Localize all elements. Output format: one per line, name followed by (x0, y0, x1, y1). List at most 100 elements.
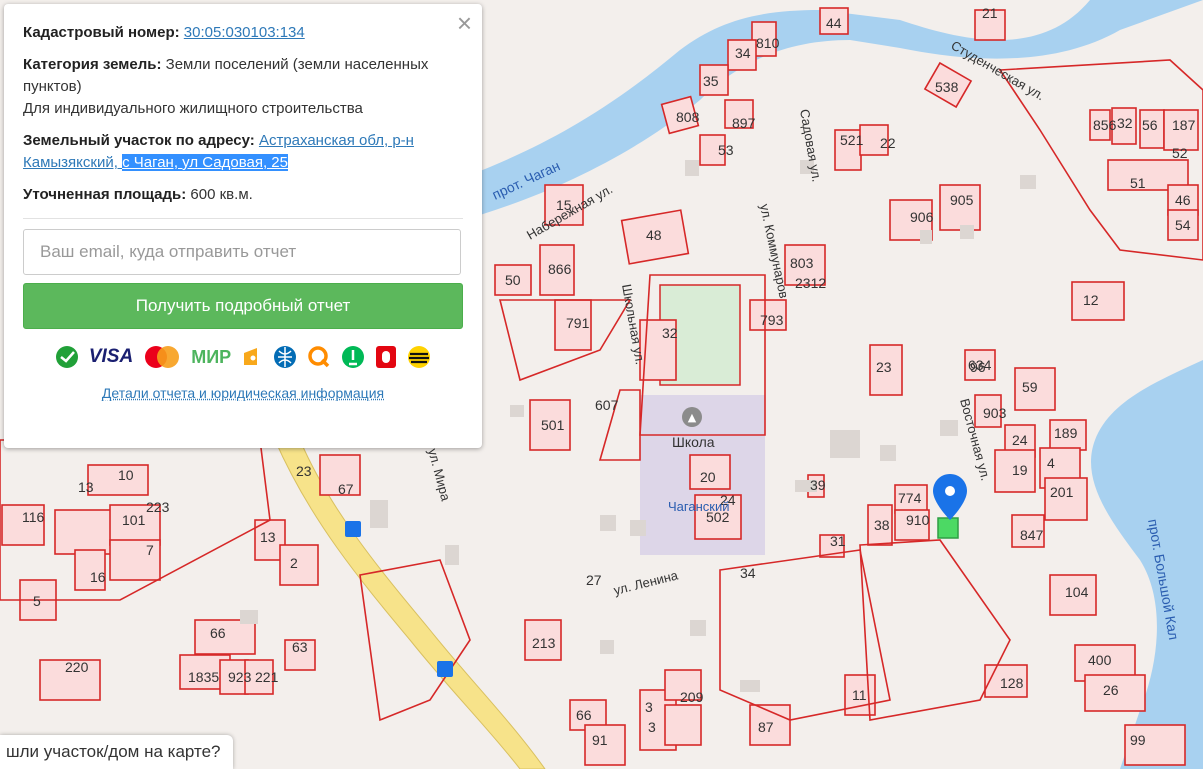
parcel-number-label: 116 (22, 509, 45, 525)
parcel-number-label: 32 (662, 325, 678, 341)
building-footprint (685, 160, 699, 176)
parcel-number-label: 201 (1050, 484, 1074, 500)
school-label: Школа (672, 434, 715, 450)
sberbank-icon (55, 345, 79, 369)
parcel-number-label: 53 (718, 142, 734, 158)
parcel-number-label: 810 (756, 35, 780, 51)
parcel-number-label: 13 (260, 529, 276, 545)
area-value: 600 кв.м. (190, 186, 253, 203)
building-footprint (630, 520, 646, 536)
payment-methods: VISA МИР (23, 343, 463, 371)
parcel-number-label: 903 (983, 405, 1007, 421)
parcel-number-label: 34 (735, 45, 751, 61)
parcel-number-label: 27 (586, 572, 602, 588)
parcel-number-label: 905 (950, 192, 974, 208)
parcel-number-label: 31 (830, 533, 846, 549)
building-footprint (510, 405, 524, 417)
parcel-number-label: 607 (595, 397, 619, 413)
building-footprint (240, 610, 258, 624)
parcel-number-label: 906 (910, 209, 934, 225)
parcel-number-label: 791 (566, 315, 590, 331)
parcel-number-label: 897 (732, 115, 756, 131)
building-footprint (940, 420, 958, 436)
parcel-number-label: 46 (1175, 192, 1191, 208)
address-row: Земельный участок по адресу: Астраханска… (23, 130, 463, 174)
parcel-number-label: 26 (1103, 682, 1119, 698)
parcel-info-popup: × Кадастровый номер: 30:05:030103:134 Ка… (4, 4, 482, 448)
parcel-number-label: 52 (1172, 145, 1188, 161)
building-footprint (690, 620, 706, 636)
parcel-number-label: 866 (548, 261, 572, 277)
email-input[interactable] (23, 229, 461, 275)
mastercard-icon (143, 345, 181, 369)
parcel-number-label: 187 (1172, 117, 1196, 133)
parcel-number-label: 66 (576, 707, 592, 723)
address-link-selected: с Чаган, ул Садовая, 25 (122, 154, 288, 171)
parcel-number-label: 67 (338, 481, 354, 497)
megafon-icon (341, 345, 365, 369)
close-icon[interactable]: × (457, 10, 472, 36)
school-name: Чаганский (668, 499, 729, 514)
parcel-number-label: 21 (982, 5, 998, 21)
parcel-number-label: 12 (1083, 292, 1099, 308)
cadastral-parcel[interactable] (279, 544, 319, 586)
yandex-money-icon (241, 345, 263, 369)
building-footprint (600, 640, 614, 654)
parcel-number-label: 3 (645, 699, 653, 715)
parcel-number-label: 66 (210, 625, 226, 641)
building-footprint (880, 445, 896, 461)
report-details-link[interactable]: Детали отчета и юридическая информация (102, 385, 384, 401)
parcel-number-label: 38 (874, 517, 890, 533)
parcel-number-label: 223 (146, 499, 170, 515)
parcel-number-label: 5 (33, 593, 41, 609)
parcel-number-label: 221 (255, 669, 279, 685)
report-details: Детали отчета и юридическая информация (23, 385, 463, 401)
target-parcel[interactable] (937, 517, 959, 539)
land-category-row: Категория земель: Земли поселений (земли… (23, 54, 463, 120)
parcel-number-label: 44 (826, 15, 842, 31)
parcel-number-label: 87 (758, 719, 774, 735)
parcel-number-label: 99 (1130, 732, 1146, 748)
parcel-number-label: 910 (906, 512, 930, 528)
parcel-number-label: 7 (146, 542, 154, 558)
svg-text:▲: ▲ (688, 411, 697, 424)
parcel-number-label: 189 (1054, 425, 1078, 441)
area-label: Уточненная площадь: (23, 186, 187, 203)
parcel-number-label: 1835 (188, 669, 219, 685)
parcel-number-label: 22 (880, 135, 896, 151)
bus-stop-icon[interactable] (437, 661, 453, 677)
parcel-number-label: 803 (790, 255, 814, 271)
parcel-number-label: 3 (648, 719, 656, 735)
parcel-number-label: 56 (1142, 117, 1158, 133)
cadastral-parcel[interactable] (54, 509, 116, 555)
building-footprint (1020, 175, 1036, 189)
cadastral-number-link[interactable]: 30:05:030103:134 (184, 24, 305, 41)
parcel-number-label: 808 (676, 109, 700, 125)
parcel-number-label: 209 (680, 689, 704, 705)
parcel-number-label: 54 (1175, 217, 1191, 233)
parcel-number-label: 10 (118, 467, 134, 483)
parcel-number-label: 32 (1117, 115, 1133, 131)
building-footprint (740, 680, 760, 692)
building-footprint (600, 515, 616, 531)
parcel-number-label: 538 (935, 79, 959, 95)
parcel-number-label: 34 (740, 565, 756, 581)
cadastral-parcel[interactable] (664, 704, 702, 746)
beeline-icon (407, 345, 431, 369)
parcel-number-label: 23 (296, 463, 312, 479)
parcel-number-label: 104 (1065, 584, 1089, 600)
parcel-number-label: 91 (592, 732, 608, 748)
parcel-number-label: 501 (541, 417, 565, 433)
qiwi-icon (307, 345, 331, 369)
parcel-number-label: 4 (1047, 455, 1055, 471)
building-footprint (445, 545, 459, 565)
ask-banner[interactable]: шли участок/дом на карте? (0, 735, 233, 769)
cadastral-number-row: Кадастровый номер: 30:05:030103:134 (23, 22, 463, 44)
bus-stop-icon[interactable] (345, 521, 361, 537)
building-footprint (960, 225, 974, 239)
building-footprint (830, 430, 860, 458)
parcel-number-label: 793 (760, 312, 784, 328)
get-report-button[interactable]: Получить подробный отчет (23, 283, 463, 329)
parcel-number-label: 923 (228, 669, 252, 685)
parcel-number-label: 220 (65, 659, 89, 675)
